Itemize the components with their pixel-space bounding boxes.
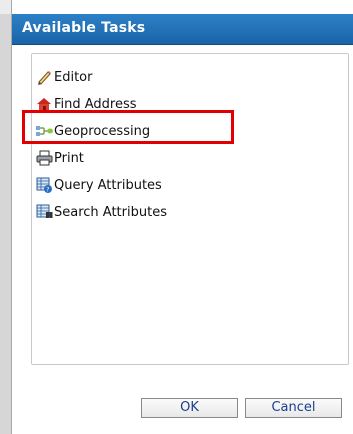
cancel-button[interactable]: Cancel: [245, 398, 342, 418]
task-item-editor[interactable]: Editor: [36, 67, 92, 87]
task-label: Print: [54, 150, 84, 166]
query-table-icon: ?: [36, 177, 53, 193]
task-label: Query Attributes: [54, 177, 162, 193]
printer-icon: [36, 150, 53, 166]
dialog-title: Available Tasks: [22, 20, 146, 36]
available-tasks-dialog: Available Tasks Editor Find Address Geop…: [11, 0, 353, 434]
task-label: Search Attributes: [54, 204, 167, 220]
task-item-search-attributes[interactable]: Search Attributes: [36, 202, 167, 222]
dialog-titlebar[interactable]: Available Tasks: [12, 14, 353, 45]
pencil-icon: [36, 69, 53, 85]
task-item-query-attributes[interactable]: ? Query Attributes: [36, 175, 162, 195]
search-table-icon: [36, 204, 53, 220]
task-item-print[interactable]: Print: [36, 148, 84, 168]
task-label: Editor: [54, 69, 93, 85]
geoprocessing-highlight-box: [22, 110, 234, 144]
ok-button[interactable]: OK: [141, 398, 238, 418]
svg-text:?: ?: [46, 187, 49, 194]
task-list: Editor Find Address Geoprocessing Print …: [31, 53, 349, 365]
